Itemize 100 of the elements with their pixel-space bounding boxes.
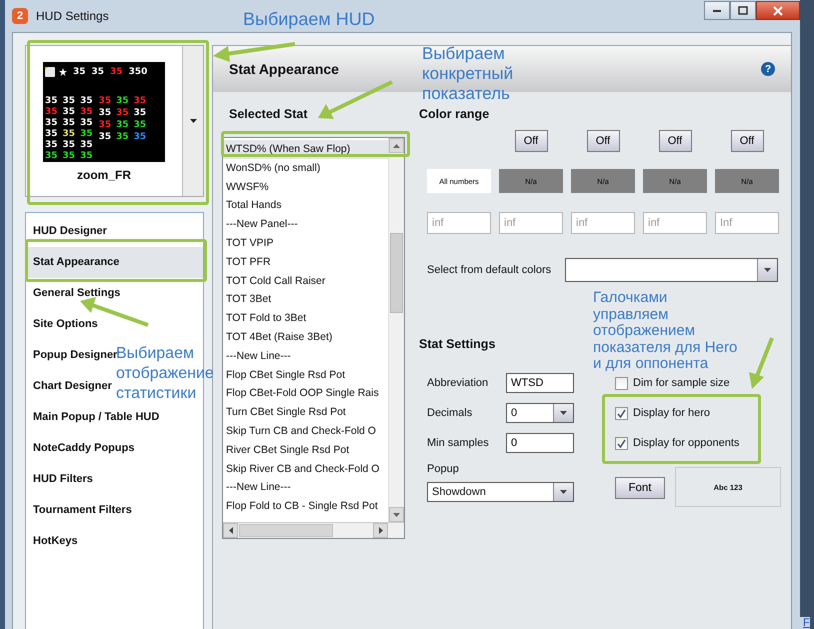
note-icon <box>45 67 55 77</box>
nav-item[interactable]: NoteCaddy Popups <box>26 433 140 464</box>
abbreviation-field[interactable]: WTSD <box>506 373 574 393</box>
font-button[interactable]: Font <box>615 477 665 499</box>
maximize-button[interactable] <box>730 1 756 20</box>
section-title: Color range <box>419 107 490 123</box>
scroll-up-icon[interactable] <box>393 144 400 148</box>
annotation-text: Выбираем HUD <box>243 9 375 29</box>
hud-stat: 35 <box>80 129 93 140</box>
hud-stat: 35 <box>80 107 93 118</box>
checkbox[interactable] <box>615 406 628 420</box>
stat-item[interactable]: Turn CBet Single Rsd Pot <box>223 403 388 422</box>
section-title: Selected Stat <box>228 107 308 123</box>
off-button[interactable]: Off <box>658 130 692 152</box>
horizontal-scrollbar[interactable] <box>223 522 404 538</box>
nav-item[interactable]: Main Popup / Table HUD <box>26 402 164 433</box>
caret-icon <box>764 268 771 272</box>
scroll-down-icon[interactable] <box>393 512 400 516</box>
hud-stat: 35 <box>92 67 104 77</box>
popup-dropdown[interactable]: Showdown <box>427 482 574 502</box>
stat-item[interactable]: TOT 4Bet (Raise 3Bet) <box>223 328 388 347</box>
checkbox[interactable] <box>615 436 628 450</box>
hud-stat: 35 <box>98 132 112 144</box>
stat-item[interactable]: TOT VPIP <box>223 234 388 253</box>
stat-item[interactable]: ---New Line--- <box>223 346 388 366</box>
star-icon <box>59 68 67 76</box>
stat-item[interactable]: ---New Panel--- <box>223 215 388 234</box>
stat-item[interactable]: River CBet Single Rsd Pot <box>223 440 388 460</box>
stat-item[interactable]: WonSD% (no small) <box>223 158 388 178</box>
hud-stat: 35 <box>116 132 129 144</box>
panel-title: Stat Appearance <box>229 61 339 77</box>
stat-item[interactable]: Skip Turn CB and Check-Fold O <box>223 422 388 441</box>
off-button[interactable]: Off <box>730 130 764 152</box>
window-title: HUD Settings <box>36 9 109 23</box>
hud-stat: 35 <box>98 120 112 132</box>
checkbox[interactable] <box>615 376 628 390</box>
close-button[interactable] <box>756 1 800 20</box>
nav-item[interactable]: HotKeys <box>26 526 83 557</box>
checkbox-label: Display for opponents <box>633 437 740 449</box>
hud-stat: 35 <box>134 120 146 132</box>
caret-icon <box>190 119 196 123</box>
nav-item[interactable]: Stat Appearance <box>26 247 203 278</box>
nav-item[interactable]: Site Options <box>26 309 103 340</box>
hud-selector[interactable]: 35 35 35 350 35 35 35 35 35 35 35 35 35 35 35 35 35 35 35 35 35 35 35 35 35 35 35 35 35 35 35 35 35 35 zoom_FR <box>25 45 204 197</box>
stat-item[interactable]: TOT 3Bet <box>223 290 388 310</box>
decimals-dropdown[interactable]: 0 <box>506 403 574 423</box>
caret-icon <box>560 411 567 415</box>
annotation-text: Выбираем конкретный показатель <box>422 44 514 104</box>
scroll-right-icon[interactable] <box>378 527 382 534</box>
range-field[interactable]: Inf <box>715 212 779 234</box>
hud-stat: 350 <box>128 67 148 77</box>
stat-item[interactable]: Flop CBet Single Rsd Pot <box>223 366 388 384</box>
hud-stat: 35 <box>45 96 58 107</box>
hud-name: zoom_FR <box>77 168 131 182</box>
stat-item[interactable]: Total Hands <box>223 196 388 216</box>
maximize-icon <box>738 6 748 16</box>
field-label: Abbreviation <box>427 377 490 389</box>
default-colors-dropdown[interactable] <box>565 258 778 282</box>
scrollbar-thumb[interactable] <box>390 233 403 313</box>
checkbox-label: Dim for sample size <box>633 377 730 389</box>
hud-stat: 35 <box>80 96 93 107</box>
stat-item[interactable]: WWSF% <box>223 178 388 196</box>
nav-item[interactable]: HUD Designer <box>26 216 112 247</box>
stat-item[interactable]: TOT PFR <box>223 252 388 272</box>
hud-stat: 35 <box>45 151 58 162</box>
stat-item[interactable]: Flop CBet-Fold OOP Single Rais <box>223 384 388 404</box>
field-label: Min samples <box>427 437 490 449</box>
range-field[interactable]: inf <box>571 212 635 234</box>
field-label: Decimals <box>427 407 474 419</box>
scroll-left-icon[interactable] <box>228 527 232 534</box>
stat-item[interactable]: Flop Fold to CB - Single Rsd Pot <box>223 497 388 516</box>
hud-stat: 35 <box>134 96 146 108</box>
hud-stat: 35 <box>62 107 76 118</box>
stat-item[interactable]: TOT Fold to 3Bet <box>223 309 388 328</box>
stat-item[interactable]: Skip River CB and Check-Fold O <box>223 460 388 478</box>
range-field[interactable]: inf <box>643 212 707 234</box>
hud-stat: 35 <box>80 151 93 162</box>
hud-stat: 35 <box>80 140 93 151</box>
hud-stat: 35 <box>98 108 112 120</box>
minimize-icon <box>713 10 721 12</box>
stat-item[interactable]: ---New Line--- <box>223 478 388 498</box>
min-samples-field[interactable]: 0 <box>506 433 574 453</box>
hud-stat: 35 <box>45 129 58 140</box>
nav-item[interactable]: Tournament Filters <box>26 495 137 526</box>
nav-item[interactable]: Chart Designer <box>26 371 117 402</box>
hud-stat: 35 <box>45 107 58 118</box>
range-field[interactable]: inf <box>427 212 491 234</box>
minimize-button[interactable] <box>704 1 730 20</box>
off-button[interactable]: Off <box>586 130 620 152</box>
vertical-scrollbar[interactable] <box>388 138 404 522</box>
background-link[interactable]: F <box>800 617 810 629</box>
help-icon[interactable]: ? <box>761 62 775 76</box>
section-title: Stat Settings <box>419 337 496 353</box>
hud-stat: 35 <box>134 108 146 120</box>
hud-stat: 35 <box>80 118 93 129</box>
stat-item[interactable]: TOT Cold Call Raiser <box>223 272 388 290</box>
range-field[interactable]: inf <box>499 212 563 234</box>
nav-item[interactable]: HUD Filters <box>26 464 98 495</box>
off-button[interactable]: Off <box>514 130 548 152</box>
nav-item[interactable]: General Settings <box>26 278 126 309</box>
